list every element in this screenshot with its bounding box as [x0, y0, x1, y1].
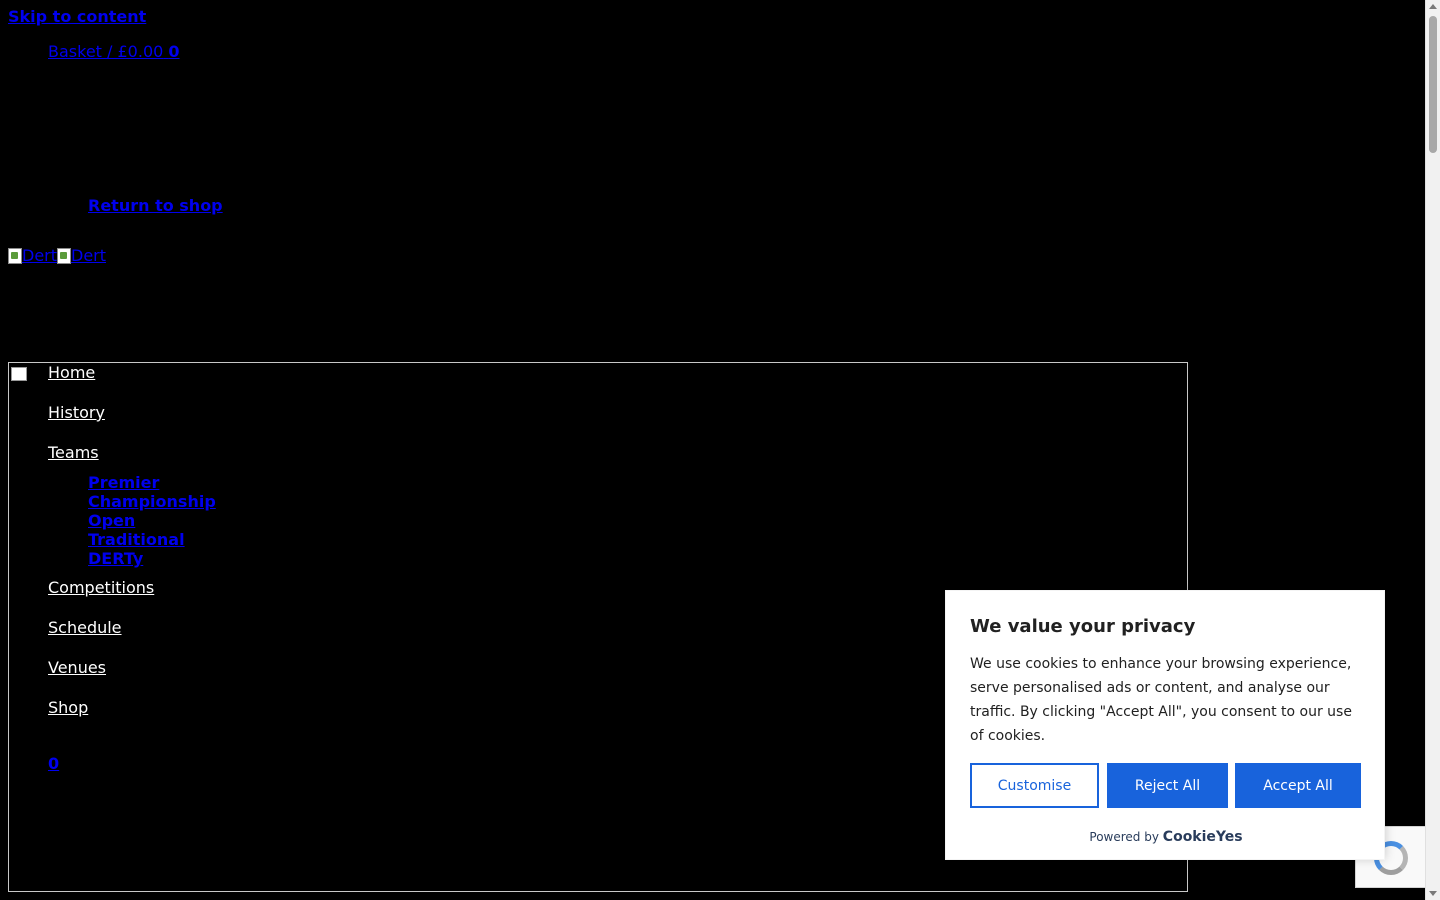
cookieyes-logo[interactable]: CookieYes — [1163, 829, 1243, 845]
nav-subitem-championship[interactable]: Championship — [88, 492, 216, 511]
nav-cart-count[interactable]: 0 — [48, 754, 59, 773]
nav-item-competitions[interactable]: Competitions — [48, 578, 154, 597]
scroll-down-icon[interactable] — [1429, 891, 1437, 896]
basket-link[interactable]: Basket / £0.00 0 — [48, 42, 180, 61]
broken-image-icon — [11, 367, 27, 381]
basket-count: 0 — [168, 42, 180, 61]
skip-to-content-link[interactable]: Skip to content — [8, 7, 146, 26]
scroll-up-icon[interactable] — [1429, 4, 1437, 9]
nav-subitem-derty[interactable]: DERTy — [88, 549, 143, 568]
basket-label: Basket / £0.00 — [48, 42, 164, 61]
nav-subitem-premier[interactable]: Premier — [88, 473, 159, 492]
logo-link[interactable]: Dert — [8, 246, 57, 265]
cookie-consent-banner: We value your privacy We use cookies to … — [945, 590, 1385, 860]
cookie-description: We use cookies to enhance your browsing … — [970, 656, 1352, 744]
return-to-shop-link[interactable]: Return to shop — [88, 196, 223, 215]
logo-alt-text: Dert — [71, 246, 107, 265]
broken-image-icon — [8, 247, 22, 264]
powered-by: Powered by CookieYes — [946, 829, 1386, 845]
nav-item-schedule[interactable]: Schedule — [48, 618, 122, 637]
page-scrollbar[interactable] — [1425, 0, 1440, 900]
customise-button[interactable]: Customise — [970, 763, 1099, 808]
nav-subitem-open[interactable]: Open — [88, 511, 135, 530]
scrollbar-thumb[interactable] — [1429, 16, 1437, 153]
nav-subitem-traditional[interactable]: Traditional — [88, 530, 185, 549]
logo-group: Dert Dert — [8, 246, 106, 268]
nav-item-teams[interactable]: Teams — [48, 443, 99, 462]
logo-alt-text: Dert — [22, 246, 58, 265]
nav-item-history[interactable]: History — [48, 403, 105, 422]
powered-by-label: Powered by — [1089, 830, 1159, 844]
nav-item-home[interactable]: Home — [48, 363, 95, 382]
nav-item-shop[interactable]: Shop — [48, 698, 88, 717]
nav-item-venues[interactable]: Venues — [48, 658, 106, 677]
reject-all-button[interactable]: Reject All — [1107, 763, 1228, 808]
cookie-title: We value your privacy — [970, 616, 1196, 637]
accept-all-button[interactable]: Accept All — [1235, 763, 1361, 808]
broken-image-icon — [57, 247, 72, 264]
logo-link-secondary[interactable]: Dert — [57, 246, 106, 265]
